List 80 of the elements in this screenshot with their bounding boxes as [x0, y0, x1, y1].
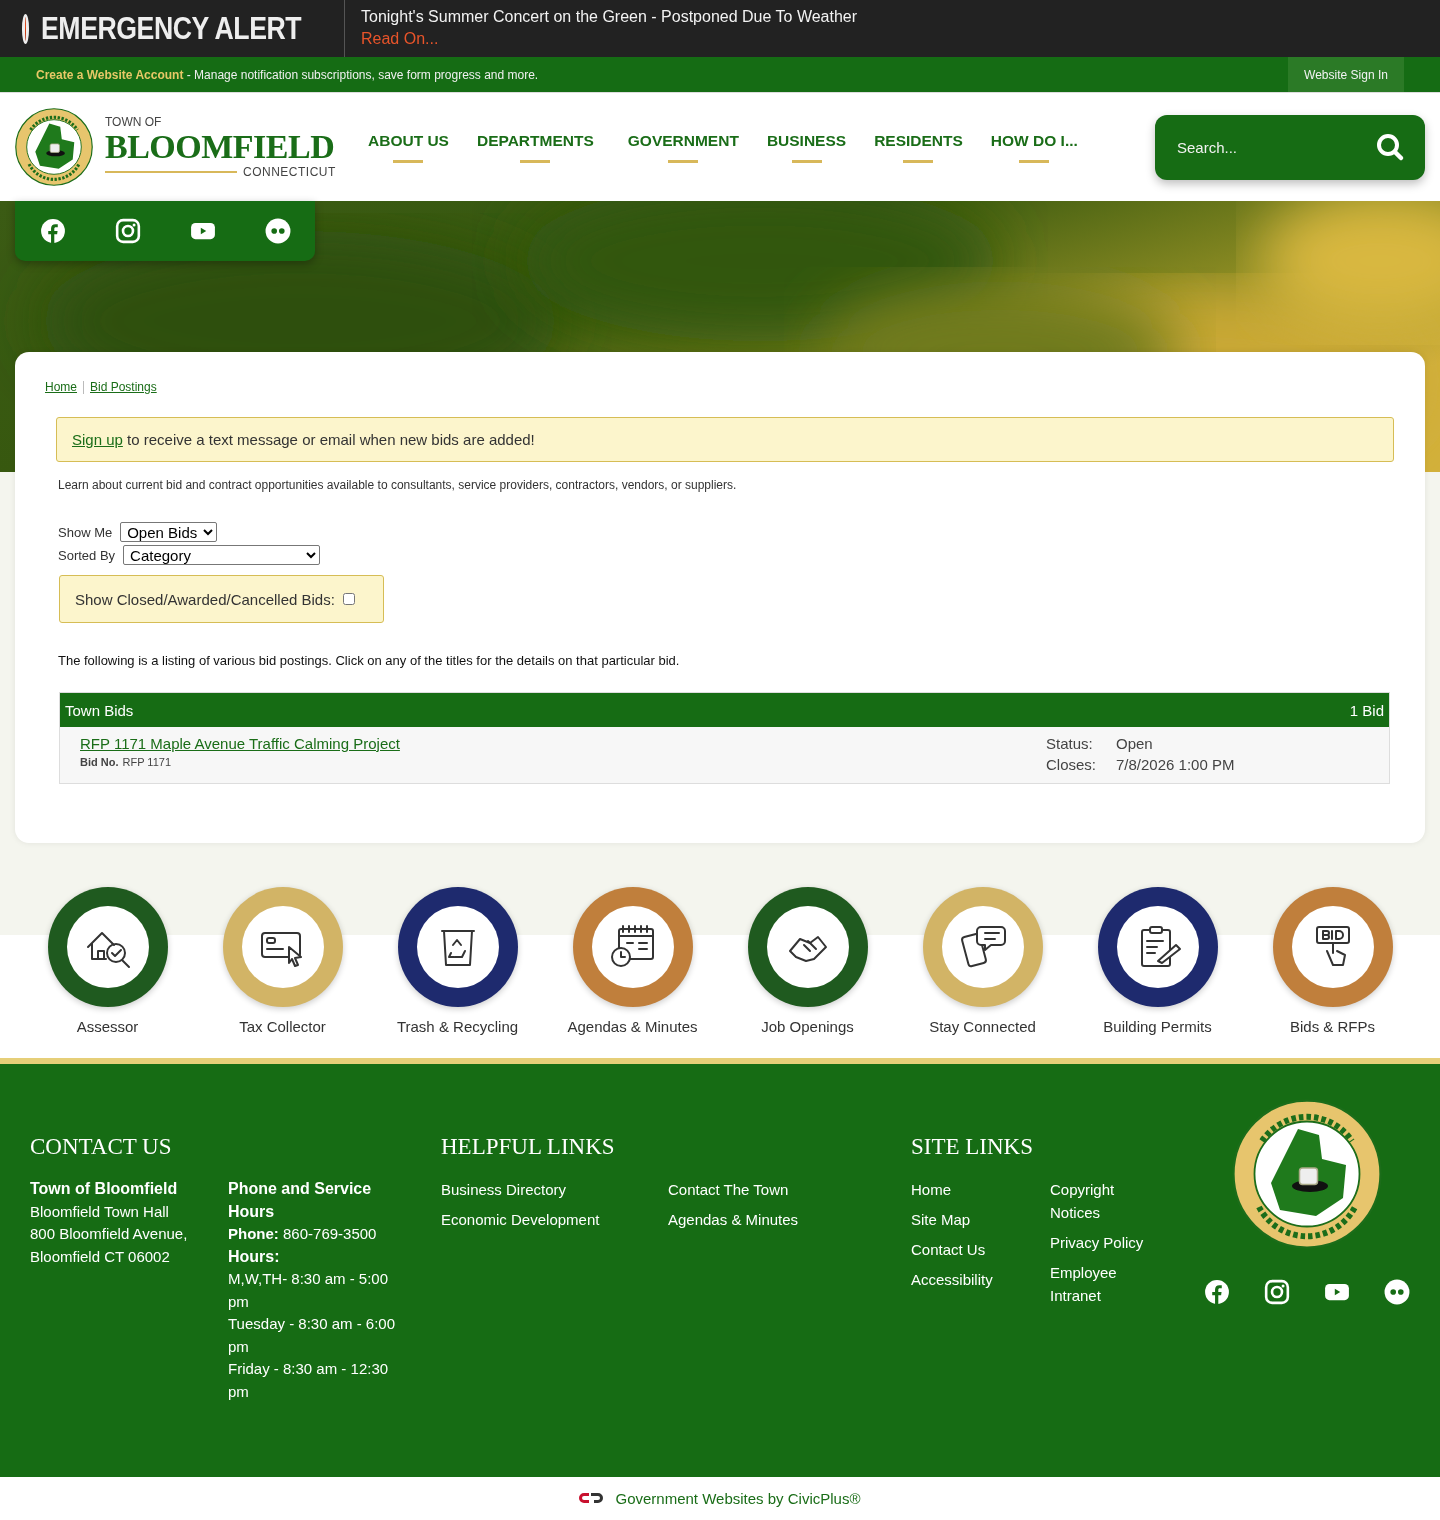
- quick-link[interactable]: Bids & RFPs: [1245, 887, 1420, 1058]
- quick-link[interactable]: Stay Connected: [895, 887, 1070, 1058]
- footer-link[interactable]: Site Map: [911, 1208, 1050, 1231]
- quick-link[interactable]: Building Permits: [1070, 887, 1245, 1058]
- logo-town-name: BLOOMFIELD: [105, 129, 336, 165]
- footer-link[interactable]: Privacy Policy: [1050, 1231, 1150, 1254]
- notice-text: Sign up to receive a text message or email when new bids are added!: [72, 431, 536, 448]
- logo-town-of: TOWN OF: [105, 115, 163, 129]
- bid-number-label: Bid No.: [80, 756, 119, 768]
- quick-link[interactable]: Job Openings: [720, 887, 895, 1058]
- facebook-icon[interactable]: [1204, 1279, 1230, 1305]
- checkbox-label: Show Closed/Awarded/Cancelled Bids:: [75, 590, 335, 608]
- instagram-icon[interactable]: [1264, 1279, 1290, 1305]
- read-on-link[interactable]: Read On...: [361, 28, 858, 50]
- quick-link[interactable]: Tax Collector: [195, 887, 370, 1058]
- bid-count: 1 Bid: [1349, 701, 1384, 719]
- civicplus-link[interactable]: Government Websites by CivicPlus®: [615, 1489, 861, 1507]
- table-title: Town Bids: [65, 701, 134, 719]
- hours-line: M,W,TH- 8:30 am - 5:00 pm: [228, 1269, 390, 1312]
- footer-heading: CONTACT US: [30, 1134, 173, 1160]
- two-dots-icon[interactable]: [1384, 1279, 1410, 1305]
- nav-link[interactable]: DEPARTMENTS: [462, 131, 608, 163]
- search-field[interactable]: Search...: [1155, 114, 1425, 180]
- alert-label: EMERGENCY ALERT: [41, 10, 302, 47]
- breadcrumb-link[interactable]: Home: [45, 380, 77, 394]
- address-line: 800 Bloomfield Avenue,: [30, 1224, 189, 1244]
- listing-text: The following is a listing of various bid postings. Click on any of the titles for the details on that particular bid.: [58, 653, 681, 668]
- logo-state: CONNECTICUT: [243, 165, 336, 179]
- nav-link[interactable]: HOW DO I...: [976, 131, 1092, 163]
- show-me-select[interactable]: Open Bids: [120, 522, 218, 542]
- hours-line: Tuesday - 8:30 am - 6:00 pm: [228, 1314, 397, 1357]
- contact-name: Town of Bloomfield: [30, 1179, 179, 1199]
- nav-link[interactable]: BUSINESS: [752, 131, 861, 163]
- address-line: Bloomfield Town Hall: [30, 1201, 170, 1222]
- facebook-icon[interactable]: [39, 218, 66, 244]
- instagram-icon[interactable]: [114, 218, 141, 244]
- nav-link[interactable]: ABOUT US: [354, 131, 463, 163]
- sort-select[interactable]: Category: [123, 545, 321, 565]
- footer-link[interactable]: Contact Us: [911, 1238, 1050, 1261]
- alert-message[interactable]: Tonight's Summer Concert on the Green - Postponed Due To Weather: [361, 6, 858, 28]
- closes-value: 7/8/2026 1:00 PM: [1116, 756, 1236, 775]
- footer-link[interactable]: Economic Development: [441, 1208, 668, 1231]
- status-label: Status:: [1046, 735, 1094, 754]
- town-seal-icon: [1232, 1099, 1382, 1249]
- civicplus-logo-icon: [579, 1491, 604, 1505]
- account-message: Create a Website Account - Manage notification subscriptions, save form progress and more.: [36, 67, 539, 82]
- footer-link[interactable]: Accessibility: [911, 1268, 1050, 1291]
- closes-label: Closes:: [1046, 756, 1098, 775]
- sign-up-link[interactable]: Sign up: [72, 431, 123, 448]
- footer-heading: HELPFUL LINKS: [441, 1134, 616, 1160]
- footer-link[interactable]: Copyright Notices: [1050, 1178, 1150, 1224]
- two-dots-icon[interactable]: [264, 218, 291, 244]
- footer-link[interactable]: Home: [911, 1178, 1050, 1201]
- filter-label: Sorted By: [58, 547, 116, 563]
- intro-text: Learn about current bid and contract opportunities available to consultants, service providers, contractors, vendors, or suppliers.: [58, 478, 738, 492]
- footer-heading: SITE LINKS: [911, 1134, 1035, 1160]
- address-line: Bloomfield CT 06002: [30, 1246, 171, 1267]
- footer-link[interactable]: Business Directory: [441, 1178, 668, 1201]
- create-account-link[interactable]: Create a Website Account: [36, 67, 184, 82]
- sign-in-button[interactable]: Website Sign In: [1288, 57, 1404, 92]
- phone-text: Phone: 860-769-3500: [228, 1224, 378, 1244]
- hours-line: Friday - 8:30 am - 12:30 pm: [228, 1359, 390, 1402]
- footer-link[interactable]: Agendas & Minutes: [668, 1208, 895, 1231]
- nav-link[interactable]: GOVERNMENT: [613, 131, 753, 163]
- breadcrumb-link[interactable]: Bid Postings: [90, 380, 157, 394]
- footer-link[interactable]: Employee Intranet: [1050, 1261, 1150, 1307]
- hours-label: Hours:: [228, 1246, 281, 1267]
- closed-checkbox[interactable]: [342, 593, 355, 605]
- search-icon[interactable]: [1375, 131, 1405, 162]
- status-value: Open: [1116, 735, 1154, 754]
- bid-title-link[interactable]: RFP 1171 Maple Avenue Traffic Calming Project: [80, 735, 400, 752]
- nav-link[interactable]: RESIDENTS: [860, 131, 977, 163]
- hours-heading: Phone and Service Hours: [228, 1179, 373, 1222]
- bid-number: RFP 1171: [122, 756, 171, 768]
- quick-link[interactable]: Trash & Recycling: [370, 887, 545, 1058]
- town-seal-icon: [15, 108, 93, 186]
- footer-link[interactable]: Contact The Town: [668, 1178, 895, 1201]
- filter-label: Show Me: [58, 524, 113, 540]
- quick-link[interactable]: Agendas & Minutes: [545, 887, 720, 1058]
- quick-link[interactable]: Assessor: [20, 887, 195, 1058]
